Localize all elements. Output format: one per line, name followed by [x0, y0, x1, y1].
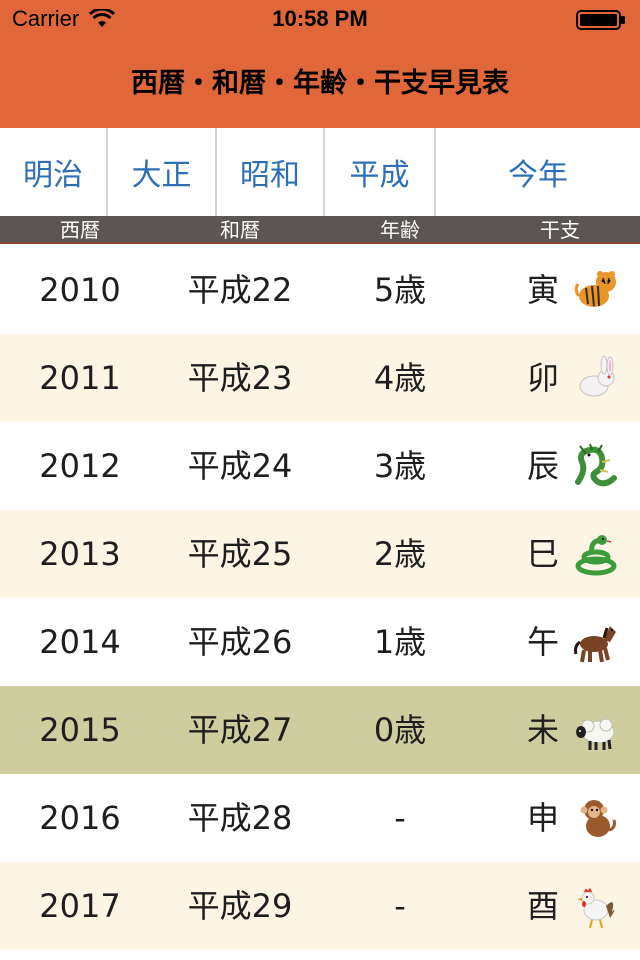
eto-cell: 午 — [526, 623, 559, 661]
era-cell: 平成22 — [187, 271, 293, 309]
rooster-icon — [577, 888, 615, 929]
age-cell: - — [394, 887, 406, 925]
table-row[interactable]: 2016 平成28 - 申 — [0, 774, 640, 862]
age-cell: 3歳 — [373, 447, 427, 485]
column-header-seireki: 西暦 — [60, 218, 100, 242]
horse-icon — [574, 626, 616, 663]
eto-cell: 寅 — [526, 271, 559, 309]
year-cell: 2012 — [39, 447, 121, 485]
eto-cell: 辰 — [526, 447, 559, 485]
eto-cell: 巳 — [526, 535, 559, 573]
age-cell: - — [394, 799, 406, 837]
era-cell: 平成24 — [187, 447, 293, 485]
year-cell: 2010 — [39, 271, 121, 309]
era-cell: 平成26 — [187, 623, 293, 661]
eto-cell: 申 — [526, 799, 559, 837]
navigation-header: Carrier 10:58 PM 西暦・和暦・年齢・干支早見表 — [0, 0, 640, 128]
column-header: 西暦 和暦 年齢 干支 — [0, 216, 640, 244]
column-header-wareki: 和暦 — [220, 218, 260, 242]
year-cell: 2015 — [39, 711, 121, 749]
app-screen: Carrier 10:58 PM 西暦・和暦・年齢・干支早見表 明治 大正 昭和… — [0, 0, 640, 960]
eto-cell: 卯 — [526, 359, 559, 397]
clock: 10:58 PM — [272, 6, 368, 31]
year-cell: 2013 — [39, 535, 121, 573]
sheep-icon — [576, 718, 615, 750]
segment-meiji[interactable]: 明治 — [0, 128, 108, 216]
year-cell: 2011 — [39, 359, 121, 397]
era-cell: 平成27 — [187, 711, 293, 749]
eto-cell: 酉 — [526, 887, 559, 925]
snake-icon — [575, 535, 617, 576]
status-bar: Carrier 10:58 PM — [0, 0, 640, 40]
age-cell: 2歳 — [373, 535, 427, 573]
battery-icon — [576, 10, 625, 30]
era-cell: 平成25 — [187, 535, 293, 573]
age-cell: 4歳 — [373, 359, 427, 397]
table-row[interactable]: 2017 平成29 - 酉 — [0, 862, 640, 950]
era-cell: 平成23 — [187, 359, 293, 397]
table-row[interactable]: 2013 平成25 2歳 巳 — [0, 510, 640, 598]
era-cell: 平成28 — [187, 799, 293, 837]
rabbit-icon — [579, 355, 615, 397]
segment-this-year[interactable]: 今年 — [436, 128, 640, 216]
tiger-icon — [574, 271, 616, 307]
age-cell: 0歳 — [373, 711, 427, 749]
column-header-age: 年齢 — [380, 218, 420, 242]
table-row[interactable]: 2011 平成23 4歳 卯 — [0, 334, 640, 422]
table-row[interactable]: 2010 平成22 5歳 寅 — [0, 246, 640, 334]
column-header-eto: 干支 — [540, 218, 580, 242]
era-segmented-control: 明治 大正 昭和 平成 今年 — [0, 128, 640, 216]
page-title: 西暦・和暦・年齢・干支早見表 — [131, 68, 509, 99]
monkey-icon — [580, 800, 616, 837]
year-cell: 2016 — [39, 799, 121, 837]
table-row[interactable]: 2012 平成24 3歳 辰 — [0, 422, 640, 510]
era-cell: 平成29 — [187, 887, 293, 925]
segment-heisei[interactable]: 平成 — [325, 128, 436, 216]
age-cell: 1歳 — [373, 623, 427, 661]
age-cell: 5歳 — [373, 271, 427, 309]
year-cell: 2017 — [39, 887, 121, 925]
year-table: 2010 平成22 5歳 寅 2011 平成23 4歳 卯 2012 平成24 … — [0, 246, 640, 950]
eto-cell: 未 — [526, 711, 559, 749]
table-row-current-year[interactable]: 2015 平成27 0歳 未 — [0, 686, 640, 774]
segment-taisho[interactable]: 大正 — [108, 128, 217, 216]
year-cell: 2014 — [39, 623, 121, 661]
segment-showa[interactable]: 昭和 — [217, 128, 325, 216]
dragon-icon — [575, 443, 617, 487]
table-row[interactable]: 2014 平成26 1歳 午 — [0, 598, 640, 686]
